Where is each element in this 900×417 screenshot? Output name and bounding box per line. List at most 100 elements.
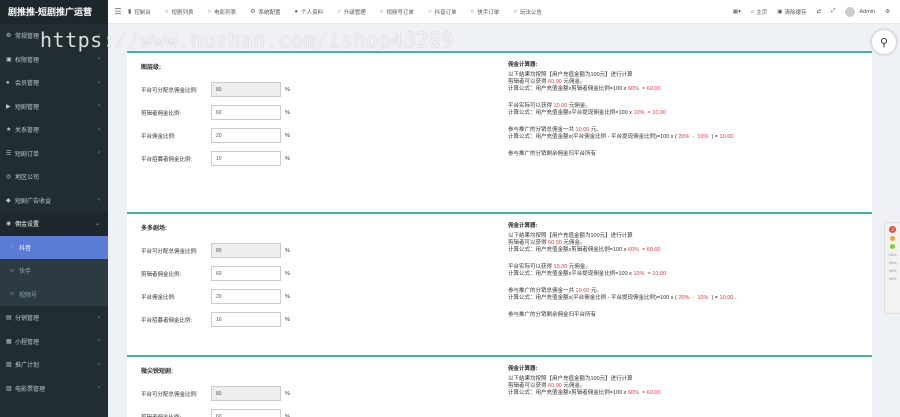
nav-tab[interactable]: ○ 电影列表	[207, 8, 236, 16]
user-icon: ●	[294, 8, 299, 15]
chevron-icon: ⌄	[94, 221, 100, 228]
calc-text: 60.00	[548, 79, 562, 85]
calc-text: =	[642, 247, 646, 253]
calc-line: 参与推广的分销剩余佣金归平台所有	[508, 151, 848, 158]
plan-icon: ▧	[6, 362, 12, 369]
status-dot-icon	[890, 244, 895, 249]
sidebar-item[interactable]: ⚙ 常规管理 ‹	[0, 24, 108, 48]
field-label: 平台可分配总佣金比例:	[141, 87, 198, 94]
percent-input[interactable]: 60	[211, 409, 281, 417]
percent-sign: %	[285, 293, 290, 300]
user-menu[interactable]: Admin	[845, 6, 875, 17]
fullscreen-icon[interactable]: ⤢	[831, 8, 835, 15]
calc-text: 20%	[678, 134, 690, 140]
calc-line: 计算公式：用户充值金额x(平台佣金比例 - 平台提现佣金比例)=100 x ( …	[508, 134, 848, 141]
sidebar-item-label: 电影票管理	[15, 386, 46, 393]
calc-text: 60%	[627, 390, 639, 396]
nav-tab[interactable]: ○ 短剧列表	[165, 8, 194, 16]
calc-text: 20%	[678, 295, 690, 301]
calc-text: 60%	[627, 247, 639, 253]
nav-tab[interactable]: ○ 快手订单	[471, 8, 500, 16]
sidebar-item[interactable]: ○ 抖音	[0, 235, 108, 259]
calc-text: 计算公式：用户充值金额x剪辑者佣金比例=100 x	[508, 390, 627, 396]
calc-text: 剪辑者可以获得	[508, 79, 547, 85]
calc-text: 参与推广的分销总佣金一共	[508, 288, 575, 294]
nav-tab-label: 短剧列表	[171, 9, 194, 16]
chevron-icon: ‹	[98, 314, 100, 321]
calc-text: 剪辑者可以获得	[508, 240, 547, 246]
notification-badge: 3	[889, 226, 896, 233]
percent-input[interactable]: 10	[211, 151, 281, 166]
percent-input[interactable]: 20	[211, 128, 281, 143]
sidebar-item-label: 抖音	[19, 245, 32, 252]
sidebar-item[interactable]: ○ 视频号	[0, 283, 108, 307]
home-link[interactable]: ⌂ 主页	[751, 8, 767, 16]
percent-input[interactable]: 20	[211, 289, 281, 304]
circle-icon: ○	[470, 8, 475, 15]
percent-sign: %	[285, 390, 290, 397]
circle-icon: ○	[207, 8, 212, 15]
sidebar-item[interactable]: ☰ 短剧订单 ‹	[0, 142, 108, 166]
sidebar-item[interactable]: ◎ 地区公司	[0, 165, 108, 189]
form-row: 剪辑者佣金比例: 60%	[141, 101, 361, 124]
floating-status-panel[interactable]: 3 0K/s 0K/s 38% 38%	[884, 222, 900, 314]
sidebar-item[interactable]: ▣ 权限管理 ‹	[0, 48, 108, 72]
app-icon: ▦	[6, 338, 12, 345]
percent-input[interactable]: 60	[211, 266, 281, 281]
grid-menu-icon[interactable]: ▦▾	[733, 9, 741, 15]
shuffle-icon[interactable]: ⇄	[816, 9, 821, 15]
nav-tab[interactable]: ○ 视频号订单	[380, 8, 414, 16]
commission-calculator: 佣金计算器: 以下结果均按照【用户充值金额为100元】进行计算 剪辑者可以获得 60…	[508, 223, 848, 319]
nav-tab-label: 电影列表	[214, 9, 237, 16]
sidebar-item[interactable]: ▤ 分销管理 ‹	[0, 306, 108, 330]
calc-text: 10.00	[652, 110, 667, 116]
calc-text: 以下结果均按照【用户充值金额为100元】进行计算	[508, 72, 633, 78]
nav-tab[interactable]: ▮ 控制台	[128, 8, 151, 16]
circle-icon: ○	[379, 8, 384, 15]
calculator-title: 佣金计算器:	[508, 62, 538, 68]
brand-title[interactable]: 剧推推-短剧推广运营	[0, 0, 108, 24]
sidebar-item[interactable]: ▦ 小程管理 ‹	[0, 330, 108, 354]
tab-bar: ▮ 控制台 ○ 短剧列表 ○ 电影列表 ⚙ 系统配置 ● 个人资料 ○ 升级管理 ○ 视频号订单 ○ 抖音订单…	[128, 8, 556, 16]
sidebar-item-label: 分销管理	[15, 316, 40, 323]
nav-tab[interactable]: ○ 升级管理	[337, 8, 366, 16]
calc-text: 10.00	[719, 134, 734, 140]
sidebar-item[interactable]: ▧ 推广计划 ‹	[0, 353, 108, 377]
nav-tab-label: 玩法公告	[519, 9, 542, 16]
sidebar-item[interactable]: ★ 关系管理 ‹	[0, 118, 108, 142]
calc-text: 计算公式：用户充值金额x(平台佣金比例 - 平台提现佣金比例)=100 x (	[508, 134, 677, 140]
clear-cache-button[interactable]: ▣ 清除缓存	[777, 8, 806, 16]
field-label: 平台招募者佣金比例:	[141, 156, 193, 163]
percent-input[interactable]: 10	[211, 312, 281, 327]
nav-tab[interactable]: ○ 抖音订单	[428, 8, 457, 16]
calc-text: 元佣金。	[563, 240, 586, 246]
sidebar-item[interactable]: ● 会员管理 ‹	[0, 71, 108, 95]
sidebar-menu: ⚙ 常规管理 ‹ ▣ 权限管理 ‹ ● 会员管理 ‹ ▶ 短剧管理 ‹ ★ 关系管理 ‹ ☰ 短剧订单 ‹ ◎ 地区公…	[0, 24, 108, 400]
sidebar-item[interactable]: ▶ 短剧管理 ‹	[0, 95, 108, 119]
calc-line: 计算公式：用户充值金额x平台提现佣金比例=100 x 10% = 10.00	[508, 271, 848, 278]
gauge-icon: ⚙	[6, 33, 12, 40]
nav-tab-label: 系统配置	[258, 9, 281, 16]
sidebar-item[interactable]: ◉ 佣金设置 ⌄	[0, 212, 108, 236]
percent-input[interactable]: 60	[211, 105, 281, 120]
dashboard-icon: ▮	[128, 9, 132, 15]
video-icon: ▶	[6, 103, 11, 110]
calc-line: 以下结果均按照【用户充值金额为100元】进行计算	[508, 376, 848, 383]
calc-text: 元佣金。	[568, 264, 591, 270]
shield-icon: ▣	[6, 56, 12, 63]
sidebar-item[interactable]: ◆ 短剧广告收益 ‹	[0, 189, 108, 213]
nav-tab[interactable]: ● 个人资料	[295, 8, 324, 16]
calc-text: 参与推广的分销总佣金一共	[508, 127, 575, 133]
menu-toggle-icon[interactable]: ☰	[108, 7, 128, 16]
calc-text: =	[642, 86, 646, 92]
sidebar-item[interactable]: ○ 快手	[0, 259, 108, 283]
commission-calculator: 佣金计算器: 以下结果均按照【用户充值金额为100元】进行计算 剪辑者可以获得 60…	[508, 366, 848, 397]
search-icon[interactable]: ⚲	[872, 30, 896, 54]
nav-tab[interactable]: ⚙ 系统配置	[250, 8, 280, 16]
calc-text: =	[647, 271, 651, 277]
settings-gear-icon[interactable]: ⚙	[885, 9, 890, 15]
top-right-tools: ▦▾ ⌂ 主页 ▣ 清除缓存 ⇄ ⤢ Admin ⚙	[723, 6, 900, 17]
sidebar-item[interactable]: ▥ 电影票管理 ‹	[0, 377, 108, 401]
calc-text: 参与推广的分销剩余佣金归平台所有	[508, 312, 597, 318]
nav-tab[interactable]: ○ 玩法公告	[513, 8, 542, 16]
